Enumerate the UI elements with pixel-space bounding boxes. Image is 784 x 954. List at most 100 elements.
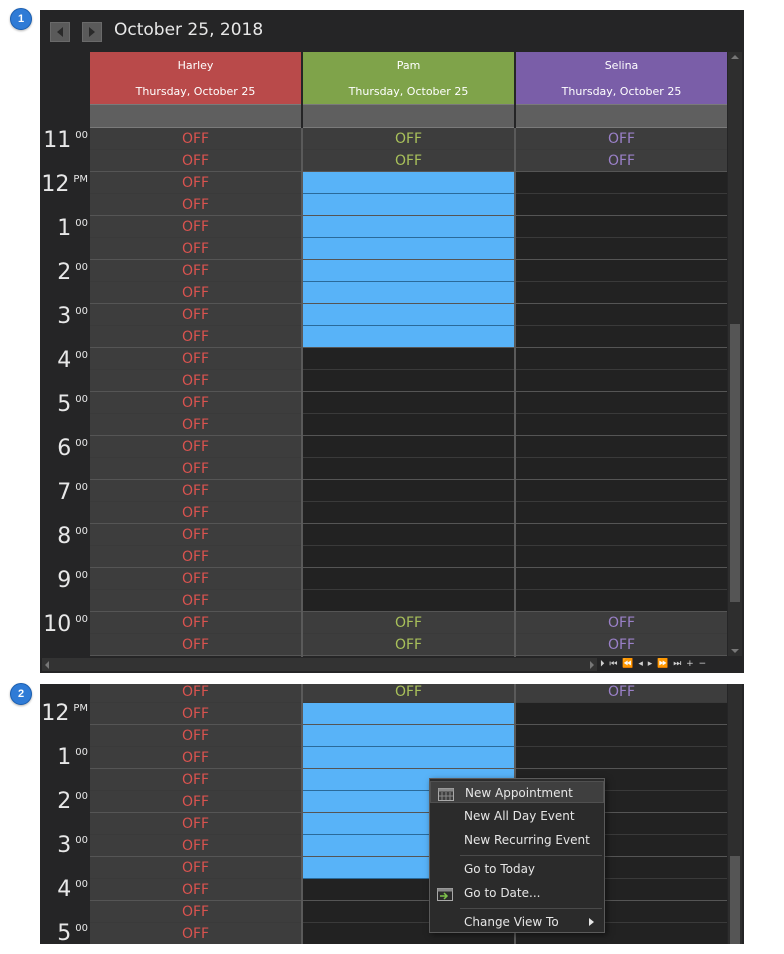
time-slot[interactable]	[303, 458, 514, 480]
menu-item-go-to-date[interactable]: Go to Date...	[430, 882, 604, 904]
scroll-down-icon[interactable]	[731, 649, 739, 653]
time-slot[interactable]	[516, 370, 727, 392]
time-slot[interactable]	[303, 370, 514, 392]
off-slot[interactable]: OFF	[303, 128, 514, 150]
off-slot[interactable]: OFF	[90, 260, 301, 282]
off-slot[interactable]: OFF	[90, 590, 301, 612]
prev-button[interactable]	[50, 22, 70, 42]
next-button[interactable]	[82, 22, 102, 42]
vertical-scrollbar[interactable]	[728, 52, 742, 656]
time-slot[interactable]	[516, 502, 727, 524]
off-slot[interactable]: OFF	[303, 612, 514, 634]
time-slot[interactable]	[516, 414, 727, 436]
off-slot[interactable]: OFF	[90, 238, 301, 260]
time-slot[interactable]	[516, 436, 727, 458]
off-slot[interactable]: OFF	[90, 216, 301, 238]
time-slot[interactable]	[516, 524, 727, 546]
off-slot[interactable]: OFF	[90, 172, 301, 194]
scrollbar-thumb[interactable]	[730, 324, 740, 602]
time-slot[interactable]	[516, 747, 727, 769]
busy-slot[interactable]	[303, 725, 514, 747]
time-slot[interactable]	[516, 590, 727, 612]
busy-slot[interactable]	[303, 194, 514, 216]
time-slot[interactable]	[516, 194, 727, 216]
off-slot[interactable]: OFF	[90, 392, 301, 414]
busy-slot[interactable]	[303, 747, 514, 769]
time-slot[interactable]	[516, 392, 727, 414]
off-slot[interactable]: OFF	[90, 304, 301, 326]
off-slot[interactable]: OFF	[90, 747, 301, 769]
time-slot[interactable]	[303, 502, 514, 524]
busy-slot[interactable]	[303, 282, 514, 304]
menu-item-new-appointment[interactable]: New Appointment	[430, 781, 604, 803]
time-slot[interactable]	[516, 568, 727, 590]
menu-item-new-all-day-event[interactable]: New All Day Event	[430, 805, 604, 827]
time-slot[interactable]	[516, 546, 727, 568]
off-slot[interactable]: OFF	[90, 923, 301, 944]
off-slot[interactable]: OFF	[90, 458, 301, 480]
off-slot[interactable]: OFF	[90, 684, 301, 703]
busy-slot[interactable]	[303, 703, 514, 725]
scroll-right-icon[interactable]	[590, 661, 594, 669]
time-slot[interactable]	[516, 260, 727, 282]
time-slot[interactable]	[516, 304, 727, 326]
off-slot[interactable]: OFF	[90, 282, 301, 304]
time-slot[interactable]	[516, 703, 727, 725]
off-slot[interactable]: OFF	[516, 128, 727, 150]
off-slot[interactable]: OFF	[516, 634, 727, 656]
off-slot[interactable]: OFF	[90, 414, 301, 436]
off-slot[interactable]: OFF	[90, 901, 301, 923]
off-slot[interactable]: OFF	[90, 370, 301, 392]
off-slot[interactable]: OFF	[90, 546, 301, 568]
vertical-scrollbar-2[interactable]	[728, 684, 742, 944]
all-day-cell-harley[interactable]	[90, 104, 301, 128]
off-slot[interactable]: OFF	[516, 612, 727, 634]
busy-slot[interactable]	[303, 172, 514, 194]
menu-item-change-view-to[interactable]: Change View To	[430, 911, 604, 933]
off-slot[interactable]: OFF	[90, 436, 301, 458]
busy-slot[interactable]	[303, 216, 514, 238]
time-slot[interactable]	[516, 172, 727, 194]
time-grid[interactable]: OFF OFF OFF OFF OFF OFF OFF OFF OFF OFF OFF OFF OFF O…	[90, 128, 727, 657]
time-slot[interactable]	[303, 524, 514, 546]
time-slot[interactable]	[516, 216, 727, 238]
off-slot[interactable]: OFF	[90, 480, 301, 502]
off-slot[interactable]: OFF	[90, 524, 301, 546]
off-slot[interactable]: OFF	[303, 634, 514, 656]
resource-header-pam[interactable]: Pam Thursday, October 25	[303, 52, 514, 104]
time-slot[interactable]	[516, 348, 727, 370]
off-slot[interactable]: OFF	[303, 684, 514, 703]
time-slot[interactable]	[516, 725, 727, 747]
scrollbar-thumb-2[interactable]	[730, 856, 740, 944]
off-slot[interactable]: OFF	[90, 612, 301, 634]
off-slot[interactable]: OFF	[90, 634, 301, 656]
busy-slot[interactable]	[303, 260, 514, 282]
time-slot[interactable]	[516, 238, 727, 260]
off-slot[interactable]: OFF	[516, 150, 727, 172]
busy-slot[interactable]	[303, 326, 514, 348]
scroll-left-icon[interactable]	[45, 661, 49, 669]
off-slot[interactable]: OFF	[90, 128, 301, 150]
off-slot[interactable]: OFF	[303, 150, 514, 172]
off-slot[interactable]: OFF	[90, 835, 301, 857]
off-slot[interactable]: OFF	[90, 791, 301, 813]
off-slot[interactable]: OFF	[90, 348, 301, 370]
busy-slot[interactable]	[303, 238, 514, 260]
off-slot[interactable]: OFF	[90, 326, 301, 348]
pager-controls[interactable]: ⏵ ⏮ ⏪ ◂ ▸ ⏩ ⏭ + −	[600, 659, 707, 669]
scroll-up-icon[interactable]	[731, 55, 739, 59]
time-slot[interactable]	[303, 546, 514, 568]
all-day-cell-pam[interactable]	[303, 104, 514, 128]
off-slot[interactable]: OFF	[90, 703, 301, 725]
time-slot[interactable]	[516, 458, 727, 480]
menu-item-new-recurring-event[interactable]: New Recurring Event	[430, 829, 604, 851]
time-slot[interactable]	[516, 480, 727, 502]
time-slot[interactable]	[303, 414, 514, 436]
time-slot[interactable]	[303, 392, 514, 414]
off-slot[interactable]: OFF	[90, 725, 301, 747]
off-slot[interactable]: OFF	[90, 879, 301, 901]
off-slot[interactable]: OFF	[90, 769, 301, 791]
time-slot[interactable]	[516, 282, 727, 304]
off-slot[interactable]: OFF	[90, 150, 301, 172]
off-slot[interactable]: OFF	[90, 568, 301, 590]
